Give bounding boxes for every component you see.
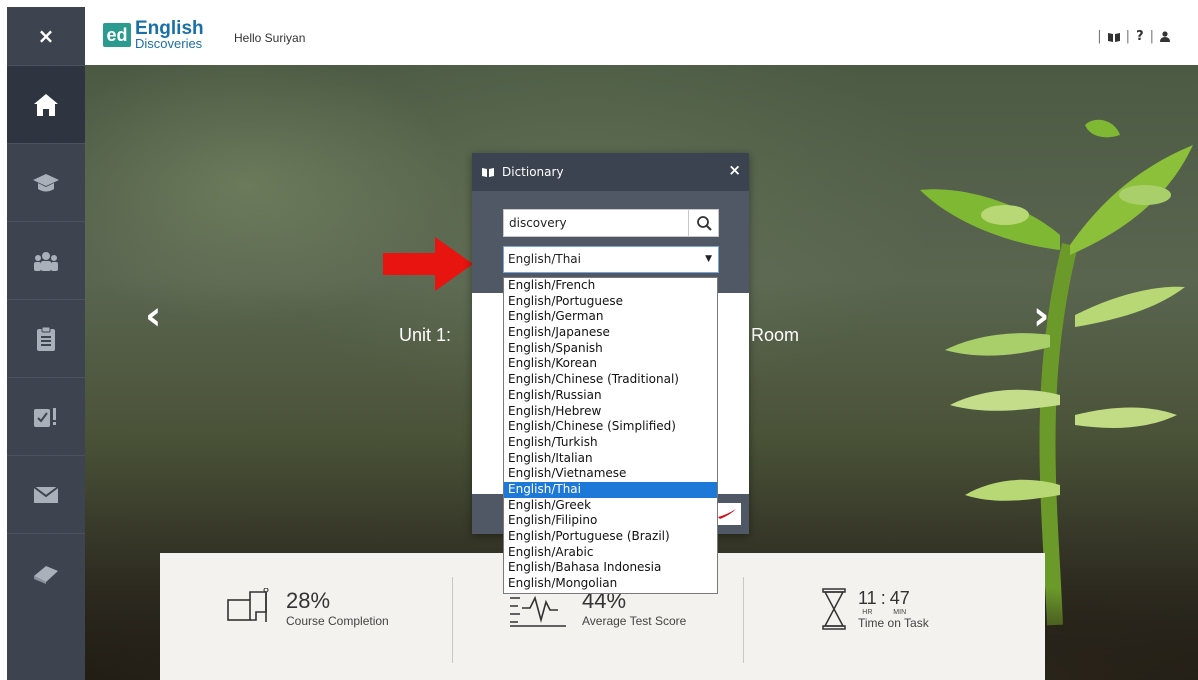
- carousel-next-button[interactable]: ›: [1033, 293, 1049, 339]
- unit-title-end: Room: [751, 325, 800, 345]
- heartbeat-chart-icon: [510, 595, 566, 627]
- course-completion-value: 28%: [286, 588, 331, 613]
- logo-subtitle: Discoveries: [135, 36, 203, 51]
- language-option[interactable]: English/Chinese (Traditional): [504, 372, 717, 388]
- logo-badge: ed: [103, 22, 131, 47]
- dictionary-close-button[interactable]: ×: [728, 161, 741, 179]
- language-option[interactable]: English/Mongolian: [504, 576, 717, 592]
- dictionary-search-input[interactable]: [504, 210, 688, 236]
- sidebar-item-community[interactable]: [7, 221, 85, 299]
- hourglass-icon: [822, 588, 846, 630]
- course-completion-label: Course Completion: [286, 614, 389, 628]
- carousel-prev-button[interactable]: ‹: [145, 293, 161, 339]
- course-completion-stat: 28% Course Completion: [226, 588, 389, 628]
- language-option[interactable]: English/German: [504, 309, 717, 325]
- sidebar-item-messages[interactable]: [7, 455, 85, 533]
- top-header: ed English Discoveries Hello Suriyan | |…: [85, 7, 1198, 65]
- envelope-icon: [33, 485, 59, 503]
- average-test-score-stat: 44% Average Test Score: [508, 588, 686, 628]
- divider: [743, 577, 744, 663]
- language-option[interactable]: English/Russian: [504, 388, 717, 404]
- time-on-task-value: 11 HR : 47 MIN: [858, 588, 929, 616]
- language-option[interactable]: English/Turkish: [504, 435, 717, 451]
- language-option[interactable]: English/Bahasa Indonesia: [504, 560, 717, 576]
- sidebar-item-courses[interactable]: [7, 143, 85, 221]
- time-separator: :: [880, 588, 886, 608]
- publisher-logo-icon: [718, 509, 736, 519]
- dictionary-search-box: [503, 209, 719, 237]
- language-option[interactable]: English/Greek: [504, 498, 717, 514]
- unit-title: Unit 1:: [399, 325, 452, 345]
- dictionary-book-icon[interactable]: [1107, 32, 1120, 42]
- help-icon[interactable]: ?: [1136, 29, 1144, 44]
- language-option[interactable]: English/Arabic: [504, 545, 717, 561]
- average-test-score-label: Average Test Score: [582, 614, 687, 628]
- english-discoveries-logo[interactable]: ed English Discoveries: [103, 19, 204, 50]
- dictionary-book-icon: [482, 168, 494, 177]
- header-toolbar: | | ? |: [1097, 29, 1170, 44]
- time-minutes: 47: [889, 588, 910, 608]
- separator: |: [1149, 29, 1154, 44]
- language-dropdown-list: English/French English/Portuguese English/…: [503, 277, 718, 594]
- sidebar-item-assessment[interactable]: [7, 377, 85, 455]
- dictionary-title: Dictionary: [502, 165, 564, 179]
- language-option[interactable]: English/Korean: [504, 356, 717, 372]
- language-option[interactable]: English/Italian: [504, 451, 717, 467]
- language-select-value: English/Thai: [508, 252, 581, 266]
- flag-icon: [227, 588, 269, 622]
- user-greeting: Hello Suriyan: [234, 31, 306, 45]
- language-option[interactable]: English/Portuguese (Brazil): [504, 529, 717, 545]
- language-option[interactable]: English/Vietnamese: [504, 466, 717, 482]
- user-profile-icon[interactable]: [1160, 31, 1170, 42]
- language-option[interactable]: English/Chinese (Simplified): [504, 419, 717, 435]
- sidebar-item-home[interactable]: [7, 65, 85, 143]
- assessment-icon: [34, 407, 56, 427]
- language-option[interactable]: English/Hebrew: [504, 404, 717, 420]
- language-option[interactable]: English/Thai: [504, 481, 717, 498]
- chevron-down-icon: ▼: [705, 254, 712, 264]
- sidebar-item-library[interactable]: [7, 533, 85, 611]
- time-on-task-stat: 11 HR : 47 MIN Time on Task: [822, 588, 929, 630]
- book-icon: [34, 565, 58, 584]
- sidebar: ×: [7, 7, 85, 680]
- divider: [452, 577, 453, 663]
- minutes-unit-label: MIN: [893, 609, 907, 616]
- separator: |: [1125, 29, 1131, 44]
- language-option[interactable]: English/Spanish: [504, 341, 717, 357]
- dictionary-header: Dictionary ×: [472, 153, 749, 191]
- graduation-cap-icon: [33, 173, 59, 191]
- clipboard-icon: [37, 326, 55, 351]
- dictionary-search-button[interactable]: [688, 210, 718, 236]
- language-option[interactable]: English/Filipino: [504, 513, 717, 529]
- separator: |: [1097, 29, 1102, 44]
- language-option[interactable]: English/Portuguese: [504, 294, 717, 310]
- language-select[interactable]: English/Thai ▼: [503, 246, 719, 273]
- language-option[interactable]: English/French: [504, 278, 717, 294]
- group-icon: [34, 251, 58, 271]
- red-arrow-annotation: [383, 237, 473, 291]
- sidebar-item-tasks[interactable]: [7, 299, 85, 377]
- language-option[interactable]: English/Japanese: [504, 325, 717, 341]
- hours-unit-label: HR: [862, 609, 873, 616]
- time-hours: 11: [858, 588, 877, 608]
- home-icon: [34, 93, 58, 116]
- time-on-task-label: Time on Task: [858, 616, 929, 630]
- close-menu-button[interactable]: ×: [7, 7, 85, 65]
- search-icon: [696, 216, 712, 231]
